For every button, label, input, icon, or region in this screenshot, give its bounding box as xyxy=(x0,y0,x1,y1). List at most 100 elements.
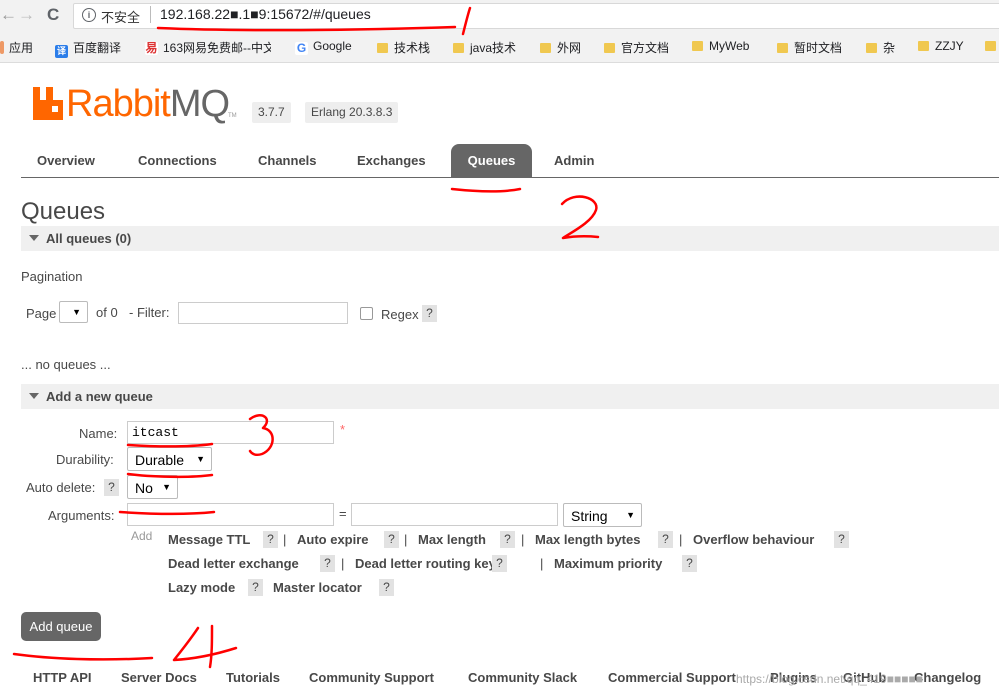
bookmark-translate[interactable]: 译百度翻译 xyxy=(55,39,121,58)
folder-icon xyxy=(692,41,703,51)
arg-link-dead-letter-exchange[interactable]: Dead letter exchange xyxy=(168,556,299,571)
all-queues-toggle[interactable]: All queues (0) xyxy=(21,226,999,251)
help-icon[interactable]: ? xyxy=(379,579,394,596)
help-icon[interactable]: ? xyxy=(658,531,673,548)
regex-help-icon[interactable]: ? xyxy=(422,305,437,322)
bookmark-folder-more[interactable] xyxy=(985,39,999,53)
tab-channels[interactable]: Channels xyxy=(258,144,317,177)
help-icon[interactable]: ? xyxy=(320,555,335,572)
add-queue-button[interactable]: Add queue xyxy=(21,612,101,641)
bookmark-folder-tech[interactable]: 技术栈 xyxy=(377,39,430,56)
separator: | xyxy=(540,556,544,571)
erlang-badge: Erlang 20.3.8.3 xyxy=(305,102,399,123)
add-argument-label: Add xyxy=(131,529,153,543)
bookmark-label: 杂 xyxy=(883,41,896,55)
bookmark-label: ZZJY xyxy=(935,39,964,53)
page-select[interactable]: ▼ xyxy=(59,301,88,323)
arg-link-dead-letter-routing-key[interactable]: Dead letter routing key xyxy=(355,556,496,571)
arg-link-lazy-mode[interactable]: Lazy mode xyxy=(168,580,235,595)
bookmark-163[interactable]: 易 163网易免费邮--中文 xyxy=(145,39,271,56)
help-icon[interactable]: ? xyxy=(492,555,507,572)
bookmark-folder-misc[interactable]: 杂 xyxy=(866,39,895,56)
equals-sign: = xyxy=(339,506,347,521)
all-queues-label: All queues (0) xyxy=(46,231,132,246)
footer-server-docs[interactable]: Server Docs xyxy=(121,670,197,685)
tab-queues[interactable]: Queues xyxy=(451,144,532,177)
regex-label: Regex xyxy=(381,307,419,322)
tab-exchanges[interactable]: Exchanges xyxy=(357,144,426,177)
forward-icon[interactable]: → xyxy=(18,5,35,25)
separator: | xyxy=(341,556,345,571)
bookmark-folder-java[interactable]: java技术 xyxy=(453,39,516,56)
rabbitmq-logo-text: RabbitMQ xyxy=(66,83,230,125)
footer-tutorials[interactable]: Tutorials xyxy=(226,670,280,685)
logo-trademark: TM xyxy=(228,113,237,119)
tab-overview[interactable]: Overview xyxy=(37,144,95,177)
bookmark-folder-external[interactable]: 外网 xyxy=(540,39,581,56)
address-separator xyxy=(150,6,151,23)
back-icon[interactable]: ← xyxy=(0,5,17,25)
logo-rabbit: Rabbit xyxy=(66,83,171,125)
arg-link-max-length-bytes[interactable]: Max length bytes xyxy=(535,532,640,547)
bookmark-label: 百度翻译 xyxy=(73,41,122,55)
help-icon[interactable]: ? xyxy=(682,555,697,572)
folder-icon xyxy=(918,41,929,51)
translate-icon: 译 xyxy=(55,45,68,58)
argument-key-input[interactable] xyxy=(127,503,334,526)
tab-connections[interactable]: Connections xyxy=(138,144,217,177)
bookmark-label: 应用 xyxy=(9,41,34,55)
dropdown-arrow-icon: ▼ xyxy=(162,482,171,492)
url-text[interactable]: 192.168.22■.1■9:15672/#/queues xyxy=(160,6,371,22)
arg-link-message-ttl[interactable]: Message TTL xyxy=(168,532,250,547)
dropdown-arrow-icon: ▼ xyxy=(72,307,81,317)
footer-http-api[interactable]: HTTP API xyxy=(33,670,92,685)
collapse-triangle-icon xyxy=(29,235,39,241)
footer-commercial-support[interactable]: Commercial Support xyxy=(608,670,736,685)
filter-input[interactable] xyxy=(178,302,348,324)
help-icon[interactable]: ? xyxy=(263,531,278,548)
bookmark-google[interactable]: G Google xyxy=(295,39,352,55)
bookmark-apps[interactable]: 应用 xyxy=(0,39,33,56)
pagination-label: Pagination xyxy=(21,269,83,284)
auto-delete-select[interactable]: No ▼ xyxy=(127,475,178,499)
arg-link-maximum-priority[interactable]: Maximum priority xyxy=(554,556,662,571)
empty-queues-message: ... no queues ... xyxy=(21,357,111,372)
queue-name-input[interactable]: itcast xyxy=(127,421,334,444)
folder-icon xyxy=(453,43,464,53)
footer-changelog[interactable]: Changelog xyxy=(914,670,981,685)
add-queue-toggle[interactable]: Add a new queue xyxy=(21,384,999,409)
bookmark-folder-myweb[interactable]: MyWeb xyxy=(692,39,749,53)
annotation-4 xyxy=(172,624,238,669)
argument-type-select[interactable]: String ▼ xyxy=(563,503,642,527)
help-icon[interactable]: ? xyxy=(248,579,263,596)
argument-value-input[interactable] xyxy=(351,503,558,526)
info-icon[interactable]: i xyxy=(82,8,96,22)
help-icon[interactable]: ? xyxy=(384,531,399,548)
help-icon[interactable]: ? xyxy=(834,531,849,548)
arg-link-auto-expire[interactable]: Auto expire xyxy=(297,532,369,547)
bookmarks-bar: 应用 译百度翻译 易 163网易免费邮--中文 G Google 技术栈 java技… xyxy=(0,35,999,59)
bookmark-folder-zzjy[interactable]: ZZJY xyxy=(918,39,964,53)
arg-link-overflow-behaviour[interactable]: Overflow behaviour xyxy=(693,532,814,547)
folder-icon xyxy=(985,41,996,51)
auto-delete-help-icon[interactable]: ? xyxy=(104,479,119,496)
separator: | xyxy=(404,532,408,547)
durability-value: Durable xyxy=(135,452,185,468)
required-mark: * xyxy=(340,422,346,437)
dropdown-arrow-icon: ▼ xyxy=(626,510,635,520)
bookmark-folder-temp[interactable]: 暂时文档 xyxy=(777,39,842,56)
bookmark-folder-docs[interactable]: 官方文档 xyxy=(604,39,669,56)
arg-link-max-length[interactable]: Max length xyxy=(418,532,486,547)
add-queue-label: Add a new queue xyxy=(46,389,153,404)
logo-mq: MQ xyxy=(169,83,230,125)
auto-delete-label: Auto delete: xyxy=(26,480,96,495)
bookmark-label: 暂时文档 xyxy=(794,41,843,55)
footer-community-support[interactable]: Community Support xyxy=(309,670,434,685)
help-icon[interactable]: ? xyxy=(500,531,515,548)
arg-link-master-locator[interactable]: Master locator xyxy=(273,580,362,595)
tab-admin[interactable]: Admin xyxy=(554,144,594,177)
footer-community-slack[interactable]: Community Slack xyxy=(468,670,577,685)
reload-icon[interactable]: C xyxy=(47,5,59,25)
durability-select[interactable]: Durable ▼ xyxy=(127,447,212,471)
regex-checkbox[interactable] xyxy=(360,307,373,320)
